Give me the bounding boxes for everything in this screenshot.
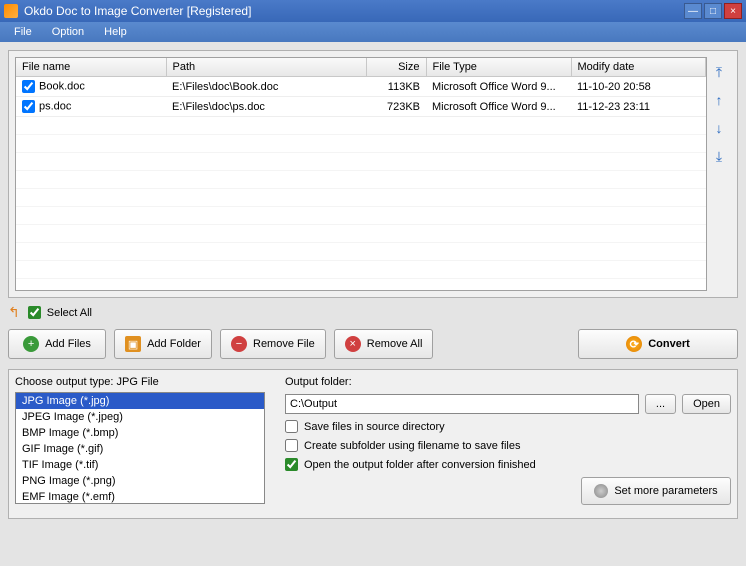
- col-path[interactable]: Path: [166, 58, 366, 77]
- output-folder-input[interactable]: [285, 394, 639, 414]
- select-all-input[interactable]: [28, 306, 41, 319]
- remove-file-button[interactable]: −Remove File: [220, 329, 326, 359]
- format-option[interactable]: JPG Image (*.jpg): [16, 393, 264, 409]
- gear-icon: [594, 484, 608, 498]
- move-top-button[interactable]: ⤒: [710, 63, 728, 81]
- col-modify[interactable]: Modify date: [571, 58, 706, 77]
- move-bottom-button[interactable]: ⤓: [710, 147, 728, 165]
- close-button[interactable]: ×: [724, 3, 742, 19]
- move-up-button[interactable]: ↑: [710, 91, 728, 109]
- minus-icon: −: [231, 336, 247, 352]
- menu-file[interactable]: File: [6, 24, 40, 40]
- remove-all-button[interactable]: ×Remove All: [334, 329, 434, 359]
- add-files-button[interactable]: +Add Files: [8, 329, 106, 359]
- subfolder-checkbox[interactable]: Create subfolder using filename to save …: [285, 439, 731, 452]
- col-size[interactable]: Size: [366, 58, 426, 77]
- folder-icon: ▣: [125, 336, 141, 352]
- format-option[interactable]: GIF Image (*.gif): [16, 441, 264, 457]
- format-option[interactable]: TIF Image (*.tif): [16, 457, 264, 473]
- reorder-arrows: ⤒ ↑ ↓ ⤓: [707, 57, 731, 291]
- convert-button[interactable]: ⟳Convert: [578, 329, 738, 359]
- row-checkbox[interactable]: [22, 80, 35, 93]
- save-source-checkbox[interactable]: Save files in source directory: [285, 420, 731, 433]
- col-filename[interactable]: File name: [16, 58, 166, 77]
- row-checkbox[interactable]: [22, 100, 35, 113]
- file-list-panel: File name Path Size File Type Modify dat…: [8, 50, 738, 298]
- maximize-button[interactable]: □: [704, 3, 722, 19]
- format-option[interactable]: EMF Image (*.emf): [16, 489, 264, 504]
- output-format-listbox[interactable]: JPG Image (*.jpg)JPEG Image (*.jpeg)BMP …: [15, 392, 265, 504]
- browse-button[interactable]: ...: [645, 394, 676, 414]
- x-icon: ×: [345, 336, 361, 352]
- window-title: Okdo Doc to Image Converter [Registered]: [24, 4, 684, 18]
- output-type-current: JPG File: [117, 376, 159, 388]
- file-table: File name Path Size File Type Modify dat…: [16, 58, 706, 291]
- table-row[interactable]: ps.docE:\Files\doc\ps.doc723KBMicrosoft …: [16, 97, 706, 117]
- format-option[interactable]: PNG Image (*.png): [16, 473, 264, 489]
- convert-icon: ⟳: [626, 336, 642, 352]
- select-all-label: Select All: [47, 307, 92, 319]
- folder-up-icon[interactable]: ↰: [8, 304, 20, 321]
- col-filetype[interactable]: File Type: [426, 58, 571, 77]
- move-down-button[interactable]: ↓: [710, 119, 728, 137]
- titlebar: Okdo Doc to Image Converter [Registered]…: [0, 0, 746, 22]
- output-folder-label: Output folder:: [285, 376, 731, 388]
- table-row[interactable]: Book.docE:\Files\doc\Book.doc113KBMicros…: [16, 77, 706, 97]
- output-type-label: Choose output type:: [15, 376, 113, 388]
- add-folder-button[interactable]: ▣Add Folder: [114, 329, 212, 359]
- minimize-button[interactable]: —: [684, 3, 702, 19]
- open-folder-button[interactable]: Open: [682, 394, 731, 414]
- app-icon: [4, 4, 18, 18]
- format-option[interactable]: BMP Image (*.bmp): [16, 425, 264, 441]
- format-option[interactable]: JPEG Image (*.jpeg): [16, 409, 264, 425]
- menubar: File Option Help: [0, 22, 746, 42]
- select-all-checkbox[interactable]: Select All: [28, 306, 92, 319]
- output-panel: Choose output type: JPG File JPG Image (…: [8, 369, 738, 519]
- set-more-parameters-button[interactable]: Set more parameters: [581, 477, 731, 505]
- open-after-checkbox[interactable]: Open the output folder after conversion …: [285, 458, 731, 471]
- plus-icon: +: [23, 336, 39, 352]
- menu-help[interactable]: Help: [96, 24, 135, 40]
- menu-option[interactable]: Option: [44, 24, 92, 40]
